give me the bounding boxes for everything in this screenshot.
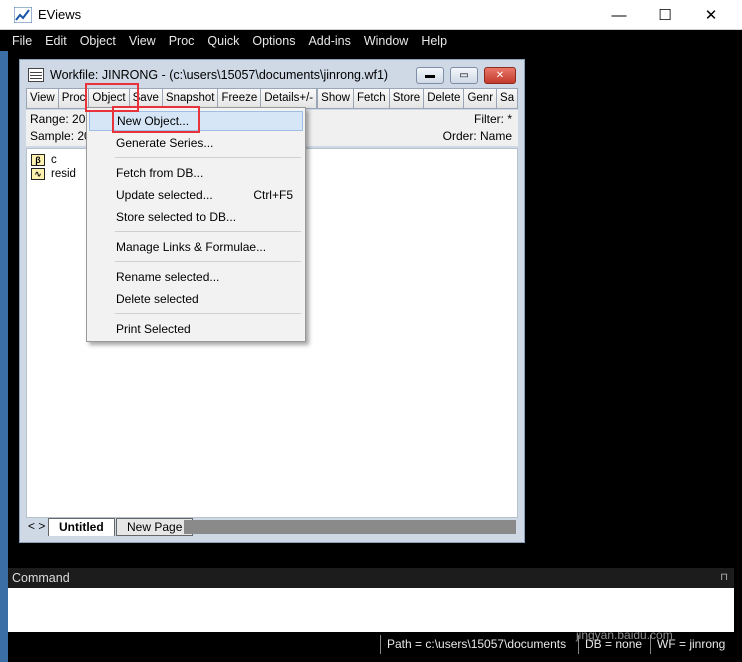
menu-store-selected[interactable]: Store selected to DB... xyxy=(89,207,303,227)
menu-manage-links[interactable]: Manage Links & Formulae... xyxy=(89,237,303,257)
menu-quick[interactable]: Quick xyxy=(207,34,239,48)
pin-icon[interactable]: ⊓ xyxy=(720,568,728,588)
workfile-title-bar[interactable]: Workfile: JINRONG - (c:\users\15057\docu… xyxy=(20,60,524,90)
tab-new-page[interactable]: New Page xyxy=(116,518,194,536)
tb-freeze-button[interactable]: Freeze xyxy=(218,89,262,108)
workfile-toolbar: View Proc Object Save Snapshot Freeze De… xyxy=(26,88,518,109)
tb-view-button[interactable]: View xyxy=(27,89,59,108)
close-button[interactable]: ✕ xyxy=(688,0,734,30)
coef-icon: β xyxy=(31,154,45,166)
menu-item-label: Update selected... xyxy=(116,188,213,202)
menu-item-label: New Object... xyxy=(117,114,190,128)
app-title: EViews xyxy=(38,7,82,22)
tab-bar-fill xyxy=(184,520,516,534)
menu-print-selected[interactable]: Print Selected xyxy=(89,319,303,339)
menu-fetch-from-db[interactable]: Fetch from DB... xyxy=(89,163,303,183)
menu-bar: File Edit Object View Proc Quick Options… xyxy=(0,30,742,51)
menu-shortcut: Ctrl+F5 xyxy=(253,188,293,202)
baidu-watermark: Bai 经验 xyxy=(568,588,676,618)
menu-window[interactable]: Window xyxy=(364,34,408,48)
tb-sample-button[interactable]: Sa xyxy=(497,89,517,108)
tb-snapshot-button[interactable]: Snapshot xyxy=(162,89,219,108)
tab-scroll-arrows[interactable]: < > xyxy=(28,519,45,533)
menu-new-object[interactable]: New Object... xyxy=(89,111,303,131)
list-item[interactable]: β c xyxy=(31,153,57,167)
workfile-icon xyxy=(28,68,44,82)
menu-item-label: Delete selected xyxy=(116,292,199,306)
menu-generate-series[interactable]: Generate Series... xyxy=(89,133,303,153)
baidu-watermark-url: jingyan.baidu.com xyxy=(576,628,673,642)
tb-delete-button[interactable]: Delete xyxy=(424,89,465,108)
workfile-minimize-button[interactable]: ▬ xyxy=(416,67,444,84)
menu-edit[interactable]: Edit xyxy=(45,34,67,48)
maximize-button[interactable]: ☐ xyxy=(642,0,688,30)
tb-details-button[interactable]: Details+/- xyxy=(261,89,318,108)
tb-save-button[interactable]: Save xyxy=(129,89,163,108)
menu-add-ins[interactable]: Add-ins xyxy=(308,34,350,48)
menu-separator xyxy=(115,313,301,314)
menu-help[interactable]: Help xyxy=(421,34,447,48)
tb-store-button[interactable]: Store xyxy=(389,89,425,108)
menu-item-label: Generate Series... xyxy=(116,136,214,150)
menu-rename-selected[interactable]: Rename selected... xyxy=(89,267,303,287)
command-title: Command xyxy=(12,571,70,585)
workfile-close-button[interactable]: ✕ xyxy=(484,67,516,84)
app-title-bar: EViews — ☐ ✕ xyxy=(0,0,742,30)
menu-separator xyxy=(115,231,301,232)
menu-item-label: Rename selected... xyxy=(116,270,220,284)
menu-object[interactable]: Object xyxy=(80,34,116,48)
object-name: c xyxy=(51,154,57,166)
sample-label[interactable]: Sample: 20 xyxy=(30,129,91,143)
menu-file[interactable]: File xyxy=(12,34,32,48)
range-label[interactable]: Range: 20 xyxy=(30,112,85,126)
status-path: Path = c:\users\15057\documents xyxy=(380,635,572,654)
tb-show-button[interactable]: Show xyxy=(318,89,354,108)
filter-label[interactable]: Filter: * xyxy=(474,112,512,126)
object-dropdown-menu: New Object... Generate Series... Fetch f… xyxy=(86,107,306,342)
tab-untitled[interactable]: Untitled xyxy=(48,518,115,536)
menu-item-label: Fetch from DB... xyxy=(116,166,204,180)
order-label[interactable]: Order: Name xyxy=(443,129,512,143)
minimize-button[interactable]: — xyxy=(596,0,642,30)
workfile-title: Workfile: JINRONG - (c:\users\15057\docu… xyxy=(50,68,389,82)
menu-update-selected[interactable]: Update selected... Ctrl+F5 xyxy=(89,185,303,205)
workfile-restore-button[interactable]: ▭ xyxy=(450,67,478,84)
tb-fetch-button[interactable]: Fetch xyxy=(353,89,390,108)
series-icon: ∿ xyxy=(31,168,45,180)
tb-genr-button[interactable]: Genr xyxy=(464,89,498,108)
menu-item-label: Store selected to DB... xyxy=(116,210,237,224)
object-name: resid xyxy=(51,168,76,180)
list-item[interactable]: ∿ resid xyxy=(31,167,76,181)
page-tab-bar: < > Untitled New Page xyxy=(26,518,518,536)
menu-delete-selected[interactable]: Delete selected xyxy=(89,289,303,309)
menu-separator xyxy=(115,261,301,262)
eviews-logo-icon xyxy=(14,7,32,23)
tb-object-button[interactable]: Object xyxy=(89,89,130,108)
tb-proc-button[interactable]: Proc xyxy=(58,89,90,108)
menu-view[interactable]: View xyxy=(129,34,156,48)
desktop-edge xyxy=(0,51,8,662)
menu-separator xyxy=(115,157,301,158)
menu-options[interactable]: Options xyxy=(252,34,295,48)
menu-item-label: Print Selected xyxy=(116,322,191,336)
menu-proc[interactable]: Proc xyxy=(169,34,195,48)
menu-item-label: Manage Links & Formulae... xyxy=(116,240,267,254)
